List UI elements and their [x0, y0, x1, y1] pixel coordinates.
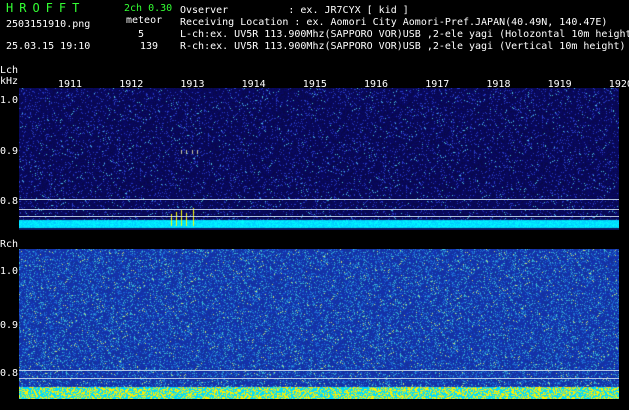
frequency-tick-label: 0.9 [0, 320, 19, 331]
filename-label: 2503151910.png [6, 19, 91, 30]
lch-unit-label: kHz [0, 76, 19, 87]
lch-label: Lch [0, 65, 19, 76]
lch-marker-line [19, 199, 619, 200]
rch-marker-line [19, 378, 619, 379]
location-info: Receiving Location : ex. Aomori City Aom… [180, 17, 608, 28]
frequency-tick-label: 1.0 [0, 95, 19, 106]
frequency-tick-label: 0.8 [0, 368, 19, 379]
rch-marker-line [19, 370, 619, 371]
meteor-label: meteor [126, 15, 163, 26]
meteor-count: 5 [138, 29, 145, 40]
version-label: 2ch 0.30 [124, 3, 173, 14]
frequency-tick-label: 1.0 [0, 266, 19, 277]
rch-label: Rch [0, 239, 19, 250]
lch-marker-line [19, 216, 619, 217]
frequency-tick-label: 0.8 [0, 196, 19, 207]
rch-spectrogram [19, 249, 619, 399]
lch-description: L-ch:ex. UV5R 113.900Mhz(SAPPORO VOR)USB… [180, 29, 629, 40]
app-title: HROFFT [6, 1, 86, 15]
lch-marker-line [19, 209, 619, 210]
total-count: 139 [140, 41, 159, 52]
frequency-tick-label: 0.9 [0, 146, 19, 157]
rch-description: R-ch:ex. UV5R 113.900Mhz(SAPPORO VOR)USB… [180, 41, 626, 52]
datetime-label: 25.03.15 19:10 [6, 41, 91, 52]
observer-info: Ovserver : ex. JR7CYX [ kid ] [180, 5, 409, 16]
